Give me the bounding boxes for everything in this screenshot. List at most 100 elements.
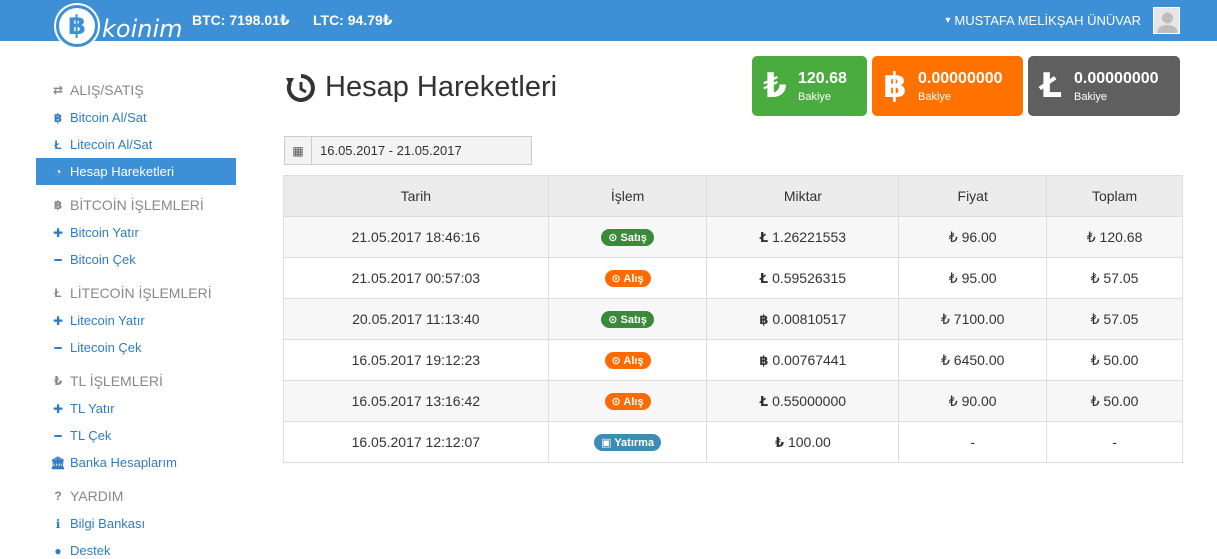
cell-price: ₺ 95.00 <box>898 257 1048 299</box>
plus-icon: ✚ <box>52 313 64 328</box>
table-header-row: Tarih İşlem Miktar Fiyat Toplam <box>283 175 1183 217</box>
btc-balance-card: ฿ 0.00000000 Bakiye <box>872 56 1023 116</box>
cell-total: - <box>1046 421 1183 463</box>
cell-amount: 0.59526315 <box>772 269 847 286</box>
cell-amount: 100.00 <box>787 433 831 450</box>
column-header-type[interactable]: İşlem <box>547 175 708 217</box>
transactions-table: Tarih İşlem Miktar Fiyat Toplam 21.05.20… <box>283 175 1183 463</box>
sidebar-item-history[interactable]: ◔ Hesap Hareketleri <box>36 158 236 185</box>
bitcoin-icon: ฿ <box>759 312 769 328</box>
sidebar-heading-trade: ⇄ ALIŞ/SATIŞ <box>52 82 144 98</box>
ltc-balance-amount: 0.00000000 <box>1074 69 1159 87</box>
column-header-amount[interactable]: Miktar <box>706 175 900 217</box>
litecoin-icon: Ł <box>759 271 769 287</box>
ltc-price-ticker: LTC: 94.79₺ <box>313 12 393 28</box>
calendar-icon[interactable]: ▦ <box>285 137 312 164</box>
cell-amount: 1.26221553 <box>772 228 847 245</box>
cell-price: ₺ 90.00 <box>898 380 1048 422</box>
bitcoin-logo-icon: ฿ <box>56 5 98 47</box>
date-range-input[interactable] <box>312 137 531 164</box>
table-row: 20.05.2017 11:13:40 ⊙ Satış ฿ 0.00810517 … <box>283 298 1183 340</box>
plus-icon: ✚ <box>52 225 64 240</box>
cell-amount: 0.00767441 <box>772 351 847 368</box>
exchange-icon: ⇄ <box>52 83 64 97</box>
sidebar-item-litecoin-withdraw[interactable]: ━ Litecoin Çek <box>36 334 236 361</box>
lira-icon: ₺ <box>763 66 787 106</box>
table-row: 16.05.2017 12:12:07 ▣ Yatırma ₺ 100.00 - … <box>283 421 1183 463</box>
question-icon: ? <box>54 489 62 503</box>
lira-icon: ₺ <box>53 374 63 388</box>
tl-balance-amount: 120.68 <box>798 69 847 87</box>
bitcoin-icon: ฿ <box>53 198 63 212</box>
status-badge: ▣ Yatırma <box>594 434 662 451</box>
status-badge: ⊙ Alış <box>604 270 651 287</box>
litecoin-icon: Ł <box>759 230 769 246</box>
logo-text: koinim <box>102 15 183 43</box>
status-badge: ⊙ Alış <box>604 352 651 369</box>
plus-icon: ✚ <box>52 401 64 416</box>
lira-icon: ₺ <box>774 435 784 451</box>
litecoin-icon: Ł <box>1040 66 1062 106</box>
page-title: Hesap Hareketleri <box>285 71 557 104</box>
column-header-price[interactable]: Fiyat <box>898 175 1048 217</box>
bank-icon: 🏛 <box>50 455 66 470</box>
cell-total: ₺ 57.05 <box>1046 257 1183 299</box>
minus-icon: ━ <box>54 428 62 443</box>
cell-price: ₺ 96.00 <box>898 216 1048 258</box>
ltc-balance-label: Bakiye <box>1074 90 1108 103</box>
sidebar-item-litecoin-deposit[interactable]: ✚ Litecoin Yatır <box>36 307 236 334</box>
cell-date: 21.05.2017 00:57:03 <box>283 257 549 299</box>
status-badge: ⊙ Satış <box>601 229 654 246</box>
tl-balance-label: Bakiye <box>798 90 832 103</box>
sidebar-heading-bitcoin: ฿ BİTCOİN İŞLEMLERİ <box>53 197 204 213</box>
sidebar: ⇄ ALIŞ/SATIŞ ฿ Bitcoin Al/Sat Ł Litecoin… <box>36 70 236 559</box>
sidebar-heading-help: ? YARDIM <box>36 476 236 510</box>
litecoin-icon: Ł <box>54 286 62 300</box>
bitcoin-icon: ฿ <box>883 66 907 106</box>
bitcoin-icon: ฿ <box>759 353 769 369</box>
sidebar-item-bank-accounts[interactable]: 🏛 Banka Hesaplarım <box>36 449 236 476</box>
sidebar-item-support[interactable]: ● Destek <box>36 537 236 559</box>
caret-down-icon: ▾ <box>945 15 951 26</box>
sidebar-item-tl-deposit[interactable]: ✚ TL Yatır <box>36 395 236 422</box>
info-icon: ℹ <box>55 516 61 531</box>
cell-price: ₺ 7100.00 <box>898 298 1048 340</box>
btc-balance-label: Bakiye <box>918 90 952 103</box>
ltc-balance-card: Ł 0.00000000 Bakiye <box>1028 56 1180 116</box>
top-navbar: ฿ koinim BTC: 7198.01₺ LTC: 94.79₺ ▾ MUS… <box>0 0 1217 47</box>
cell-total: ₺ 120.68 <box>1046 216 1183 258</box>
user-name: MUSTAFA MELİKŞAH ÜNÜVAR <box>954 13 1141 28</box>
table-row: 16.05.2017 19:12:23 ⊙ Alış ฿ 0.00767441 ₺… <box>283 339 1183 381</box>
minus-icon: ━ <box>54 252 62 267</box>
sidebar-item-tl-withdraw[interactable]: ━ TL Çek <box>36 422 236 449</box>
cell-price: - <box>898 421 1048 463</box>
sidebar-item-knowledge-base[interactable]: ℹ Bilgi Bankası <box>36 510 236 537</box>
litecoin-icon: Ł <box>759 394 769 410</box>
chat-icon: ● <box>54 543 62 558</box>
cell-total: ₺ 57.05 <box>1046 298 1183 340</box>
sidebar-item-bitcoin-trade[interactable]: ฿ Bitcoin Al/Sat <box>36 104 236 131</box>
bitcoin-icon: ฿ <box>53 110 63 125</box>
cell-amount: 0.00810517 <box>772 310 847 327</box>
avatar[interactable] <box>1153 7 1180 34</box>
koinim-logo[interactable]: ฿ koinim <box>56 4 183 48</box>
cell-total: ₺ 50.00 <box>1046 380 1183 422</box>
sidebar-item-bitcoin-withdraw[interactable]: ━ Bitcoin Çek <box>36 246 236 273</box>
user-avatar-icon <box>1157 12 1178 33</box>
status-badge: ⊙ Alış <box>604 393 651 410</box>
litecoin-icon: Ł <box>54 137 62 152</box>
user-menu[interactable]: ▾ MUSTAFA MELİKŞAH ÜNÜVAR <box>945 13 1141 28</box>
column-header-total[interactable]: Toplam <box>1046 175 1183 217</box>
cell-price: ₺ 6450.00 <box>898 339 1048 381</box>
column-header-date[interactable]: Tarih <box>283 175 549 217</box>
sidebar-item-litecoin-trade[interactable]: Ł Litecoin Al/Sat <box>36 131 236 158</box>
cell-date: 16.05.2017 13:16:42 <box>283 380 549 422</box>
table-row: 21.05.2017 18:46:16 ⊙ Satış Ł 1.26221553 … <box>283 216 1183 258</box>
sidebar-heading-litecoin: Ł LİTECOİN İŞLEMLERİ <box>36 273 236 307</box>
cell-date: 16.05.2017 12:12:07 <box>283 421 549 463</box>
cell-amount: 0.55000000 <box>772 392 847 409</box>
sidebar-item-bitcoin-deposit[interactable]: ✚ Bitcoin Yatır <box>36 219 236 246</box>
date-range-picker[interactable]: ▦ <box>284 136 532 165</box>
tl-balance-card: ₺ 120.68 Bakiye <box>752 56 867 116</box>
btc-price-ticker: BTC: 7198.01₺ <box>192 12 290 28</box>
